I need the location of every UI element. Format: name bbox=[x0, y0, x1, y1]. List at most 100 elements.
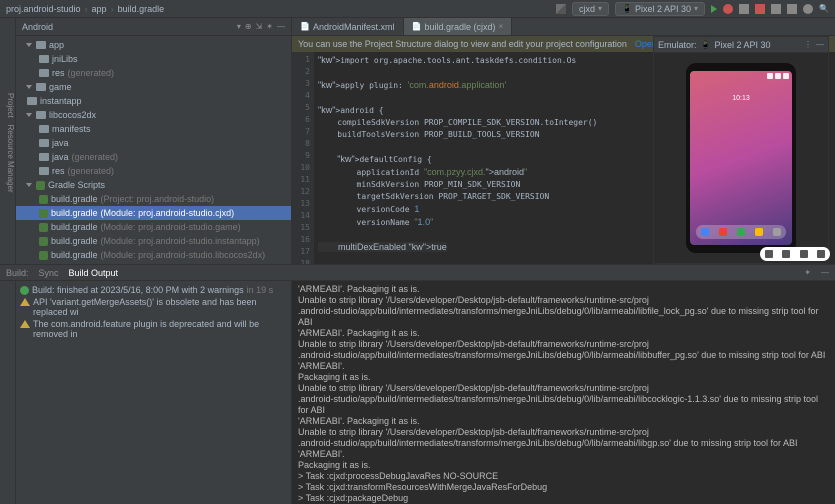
app-icon[interactable] bbox=[737, 228, 745, 236]
tree-item[interactable]: jniLibs bbox=[16, 52, 291, 66]
build-icon[interactable] bbox=[556, 4, 566, 14]
close-icon[interactable]: × bbox=[499, 22, 504, 31]
crumb[interactable]: build.gradle bbox=[118, 4, 165, 14]
clock: 10:13 bbox=[690, 95, 792, 102]
warn-icon bbox=[20, 298, 30, 306]
build-tab-output[interactable]: Build Output bbox=[69, 268, 119, 278]
gradle-icon bbox=[39, 251, 48, 260]
titlebar: proj.android-studio› app› build.gradle c… bbox=[0, 0, 835, 18]
gradle-icon bbox=[39, 209, 48, 218]
folder-icon bbox=[39, 125, 49, 133]
build-console[interactable]: 'ARMEABI'. Packaging it as is.Unable to … bbox=[292, 281, 835, 504]
tree-item[interactable]: java bbox=[16, 136, 291, 150]
build-tree-item[interactable]: Build: finished at 2023/5/16, 8:00 PM wi… bbox=[20, 284, 287, 296]
app-icon[interactable] bbox=[773, 228, 781, 236]
banner-text: You can use the Project Structure dialog… bbox=[298, 39, 627, 49]
folder-icon bbox=[36, 41, 46, 49]
folder-icon bbox=[39, 139, 49, 147]
tree-item[interactable]: app bbox=[16, 38, 291, 52]
profiler-icon[interactable] bbox=[739, 4, 749, 14]
run-config-selector[interactable]: cjxd▾ bbox=[572, 2, 609, 16]
tab-manifest[interactable]: 📄AndroidManifest.xml bbox=[292, 18, 404, 35]
tree-item[interactable]: build.gradle (Module: proj.android-studi… bbox=[16, 220, 291, 234]
build-tree-item[interactable]: API 'variant.getMergeAssets()' is obsole… bbox=[20, 296, 287, 318]
app-icon[interactable] bbox=[719, 228, 727, 236]
folder-icon bbox=[36, 83, 46, 91]
toolbar-right: cjxd▾ 📱Pixel 2 API 30▾ 🔍 bbox=[556, 2, 829, 16]
back-icon bbox=[765, 250, 773, 258]
stop-icon[interactable] bbox=[755, 4, 765, 14]
tree-item[interactable]: build.gradle (Module: proj.android-studi… bbox=[16, 248, 291, 262]
breadcrumb: proj.android-studio› app› build.gradle bbox=[6, 4, 552, 14]
app-icon[interactable] bbox=[755, 228, 763, 236]
folder-icon bbox=[27, 97, 37, 105]
device-selector[interactable]: 📱Pixel 2 API 30▾ bbox=[615, 2, 705, 16]
device-screen[interactable]: 10:13 bbox=[690, 71, 792, 245]
tree-item[interactable]: java (generated) bbox=[16, 150, 291, 164]
hide-icon[interactable]: — bbox=[816, 40, 824, 49]
warn-icon bbox=[20, 320, 30, 328]
left-tool-strip[interactable]: Project Resource Manager bbox=[0, 18, 16, 264]
editor-tabs: 📄AndroidManifest.xml 📄build.gradle (cjxd… bbox=[292, 18, 835, 36]
build-tabs: Build: Sync Build Output ✶ — bbox=[0, 265, 835, 281]
gear-icon[interactable]: ✶ bbox=[804, 268, 811, 277]
hide-icon[interactable]: — bbox=[821, 268, 829, 277]
emulator-viewport[interactable]: 10:13 bbox=[654, 53, 828, 263]
crumb[interactable]: proj.android-studio bbox=[6, 4, 81, 14]
debug-icon[interactable] bbox=[723, 4, 733, 14]
project-view-selector[interactable]: Android bbox=[22, 22, 233, 32]
device-frame: 10:13 bbox=[686, 63, 796, 253]
gradle-icon bbox=[39, 223, 48, 232]
tree-item[interactable]: game bbox=[16, 80, 291, 94]
crumb[interactable]: app bbox=[92, 4, 107, 14]
build-tab-label: Build: bbox=[6, 268, 29, 278]
gradle-icon bbox=[36, 181, 45, 190]
search-icon[interactable]: 🔍 bbox=[819, 4, 829, 13]
tree-item[interactable]: instantapp bbox=[16, 94, 291, 108]
gradle-icon bbox=[39, 237, 48, 246]
tab-build-gradle[interactable]: 📄build.gradle (cjxd)× bbox=[404, 18, 513, 35]
tree-item[interactable]: res (generated) bbox=[16, 164, 291, 178]
collapse-icon[interactable]: ⇲ bbox=[256, 22, 263, 31]
locate-icon[interactable]: ⊕ bbox=[245, 22, 252, 31]
tree-item[interactable]: build.gradle (Module: proj.android-studi… bbox=[16, 234, 291, 248]
build-tab-sync[interactable]: Sync bbox=[39, 268, 59, 278]
emulator-menu-icon[interactable]: ⋮ bbox=[804, 40, 812, 49]
sdk-icon[interactable] bbox=[787, 4, 797, 14]
check-icon bbox=[20, 286, 29, 295]
folder-icon bbox=[39, 153, 49, 161]
hide-icon[interactable]: — bbox=[277, 22, 285, 31]
tree-item[interactable]: build.gradle (Module: proj.android-studi… bbox=[16, 206, 291, 220]
avd-icon[interactable] bbox=[771, 4, 781, 14]
tree-item[interactable]: build.gradle (Project: proj.android-stud… bbox=[16, 192, 291, 206]
app-icon[interactable] bbox=[701, 228, 709, 236]
project-tree[interactable]: app jniLibs res (generated) game instant… bbox=[16, 36, 291, 264]
emulator-panel: Emulator: 📱 Pixel 2 API 30 ⋮ — 10:13 bbox=[653, 36, 829, 264]
build-tool-strip[interactable] bbox=[0, 281, 16, 504]
folder-icon bbox=[39, 55, 49, 63]
settings-icon[interactable]: ✶ bbox=[266, 22, 273, 31]
more-icon bbox=[817, 250, 825, 258]
project-panel: Android▾ ⊕ ⇲ ✶ — app jniLibs res (genera… bbox=[16, 18, 292, 264]
folder-icon bbox=[39, 69, 49, 77]
emulator-controls[interactable] bbox=[760, 247, 830, 261]
tree-item[interactable]: Gradle Scripts bbox=[16, 178, 291, 192]
settings-icon[interactable] bbox=[803, 4, 813, 14]
project-panel-header: Android▾ ⊕ ⇲ ✶ — bbox=[16, 18, 291, 36]
recents-icon bbox=[800, 250, 808, 258]
tree-item[interactable]: res (generated) bbox=[16, 66, 291, 80]
bottom-panel: Build: Sync Build Output ✶ — Build: fini… bbox=[0, 264, 835, 504]
line-gutter[interactable]: 1234567891011121314151617181920 bbox=[292, 52, 314, 264]
folder-icon bbox=[36, 111, 46, 119]
home-icon bbox=[782, 250, 790, 258]
tree-item[interactable]: libcocos2dx bbox=[16, 108, 291, 122]
build-tree[interactable]: Build: finished at 2023/5/16, 8:00 PM wi… bbox=[16, 281, 292, 504]
gradle-icon bbox=[39, 195, 48, 204]
emulator-header: Emulator: 📱 Pixel 2 API 30 ⋮ — bbox=[654, 37, 828, 53]
build-tree-item[interactable]: The com.android.feature plugin is deprec… bbox=[20, 318, 287, 340]
tree-item[interactable]: manifests bbox=[16, 122, 291, 136]
emulator-device[interactable]: Pixel 2 API 30 bbox=[714, 40, 770, 50]
folder-icon bbox=[39, 167, 49, 175]
run-icon[interactable] bbox=[711, 5, 717, 13]
app-dock[interactable] bbox=[696, 225, 786, 239]
